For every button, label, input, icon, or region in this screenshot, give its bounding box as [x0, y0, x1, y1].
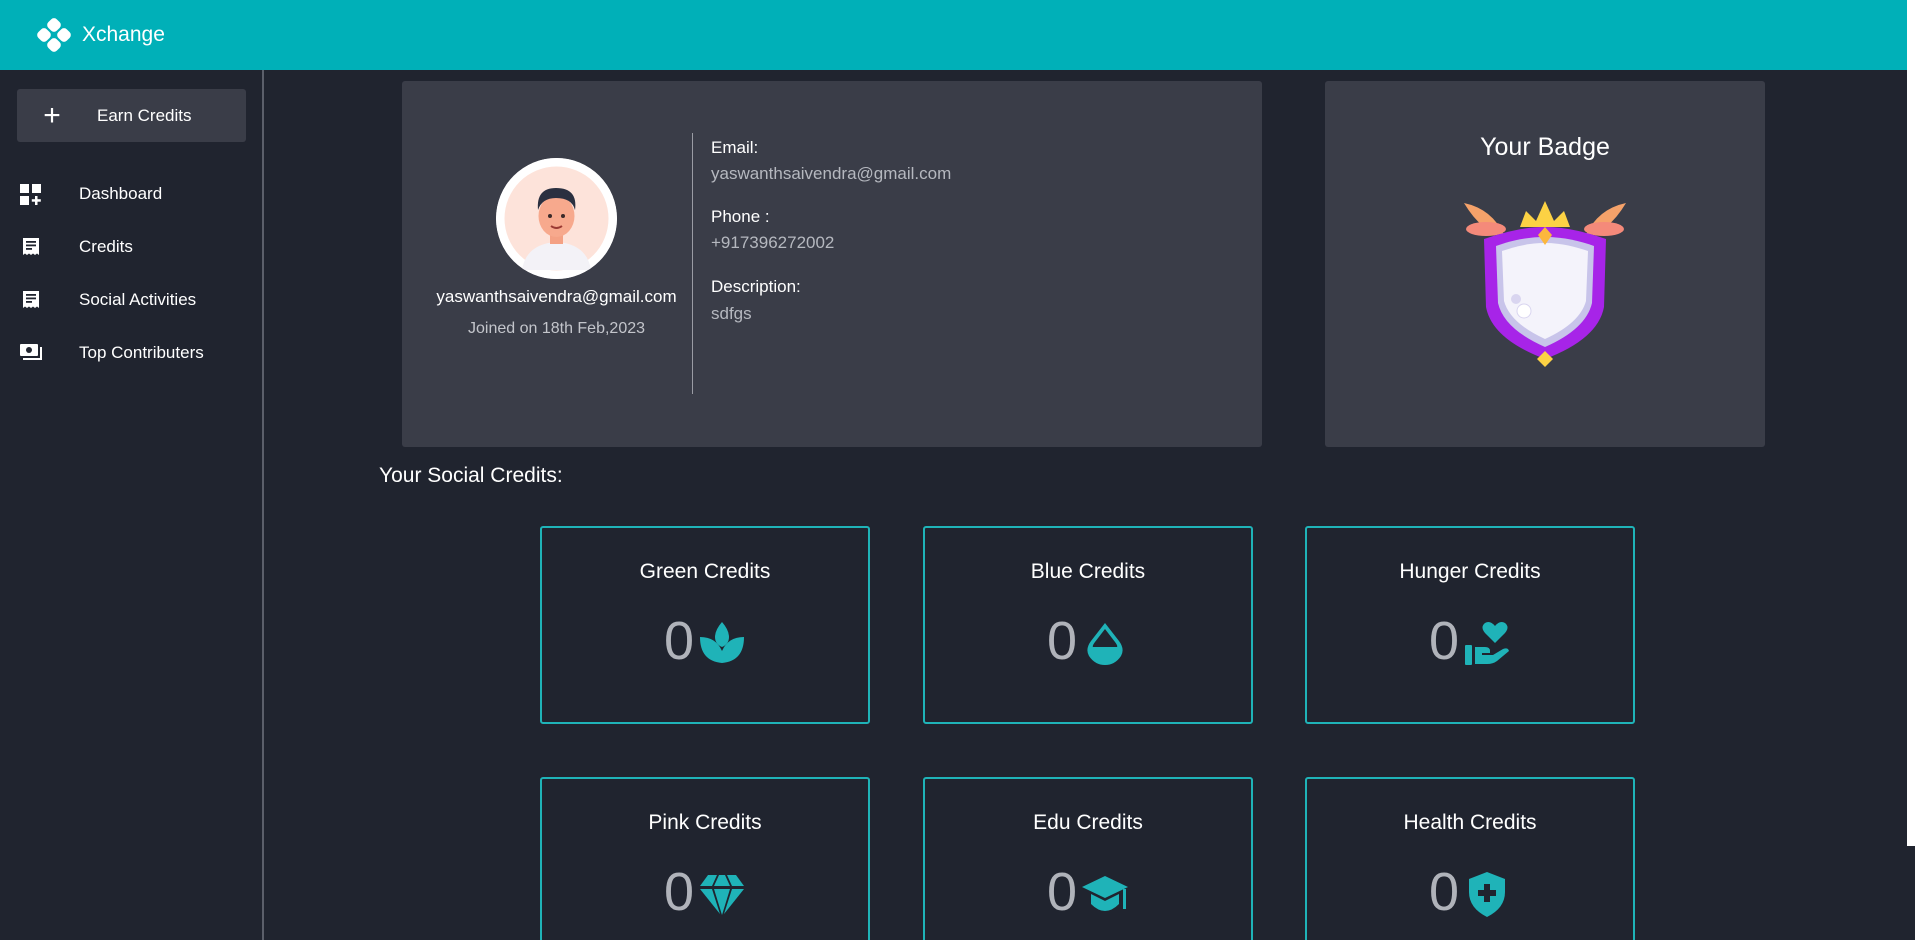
sidebar-item-top-contributers[interactable]: Top Contributers [0, 331, 262, 375]
phone-value: +917396272002 [711, 233, 835, 252]
edu-credits-card: Edu Credits 0 [923, 777, 1253, 940]
credit-value: 0 [663, 611, 695, 671]
social-credits-title: Your Social Credits: [379, 464, 563, 487]
sidebar-item-credits[interactable]: Credits [0, 225, 262, 269]
credit-row: 0 [925, 861, 1251, 923]
credit-row: 0 [1307, 610, 1633, 672]
credit-row: 0 [925, 610, 1251, 672]
credit-row: 0 [542, 610, 868, 672]
profile-card: yaswanthsaivendra@gmail.com Joined on 18… [402, 81, 1262, 447]
clover-logo-icon[interactable] [36, 17, 72, 53]
sidebar-item-label: Dashboard [79, 184, 163, 203]
email-label: Email: [711, 138, 759, 157]
credit-value: 0 [1428, 862, 1460, 922]
money-icon [20, 344, 42, 360]
divider [692, 133, 693, 394]
blue-credits-card: Blue Credits 0 [923, 526, 1253, 724]
diamond-icon [700, 875, 745, 915]
credit-value: 0 [663, 862, 695, 922]
sidebar: + Earn Credits Dashboard Credits Social … [0, 70, 264, 940]
sidebar-item-label: Social Activities [79, 290, 197, 309]
user-avatar [496, 158, 617, 279]
badge-card: Your Badge [1325, 81, 1765, 447]
description-label: Description: [711, 277, 801, 296]
brand-name[interactable]: Xchange [82, 23, 165, 47]
sidebar-item-social-activities[interactable]: Social Activities [0, 278, 262, 322]
green-credits-card: Green Credits 0 [540, 526, 870, 724]
avatar [496, 158, 617, 279]
credit-value: 0 [1046, 611, 1078, 671]
earn-credits-label: Earn Credits [97, 105, 192, 125]
health-credits-card: Health Credits 0 [1305, 777, 1635, 940]
dashboard-icon [20, 184, 41, 205]
graduation-cap-icon [1082, 876, 1129, 911]
email-value: yaswanthsaivendra@gmail.com [711, 164, 952, 183]
top-navbar: Xchange [0, 0, 1915, 70]
hand-heart-icon [1465, 622, 1510, 665]
shield-plus-icon [1469, 872, 1506, 917]
credit-value: 0 [1428, 611, 1460, 671]
pink-credits-card: Pink Credits 0 [540, 777, 870, 940]
profile-email: yaswanthsaivendra@gmail.com [436, 287, 677, 306]
sidebar-item-dashboard[interactable]: Dashboard [0, 172, 262, 216]
credit-row: 0 [542, 861, 868, 923]
sidebar-item-label: Top Contributers [79, 343, 204, 362]
credit-row: 0 [1307, 861, 1633, 923]
plant-icon [700, 622, 745, 663]
credit-name: Hunger Credits [1399, 560, 1541, 583]
credit-name: Pink Credits [648, 811, 762, 834]
badge-title: Your Badge [1480, 133, 1610, 161]
credit-name: Edu Credits [1033, 811, 1143, 834]
sidebar-item-label: Credits [79, 237, 133, 256]
receipt-icon [23, 291, 39, 308]
credit-name: Health Credits [1403, 811, 1537, 834]
water-drop-icon [1087, 623, 1123, 665]
joined-date: Joined on 18th Feb,2023 [467, 320, 646, 337]
plus-icon: + [43, 98, 61, 132]
credit-name: Green Credits [639, 560, 771, 583]
shield-badge-icon [1464, 201, 1626, 367]
phone-label: Phone : [711, 207, 770, 226]
credit-name: Blue Credits [1030, 560, 1146, 583]
description-value: sdfgs [711, 304, 752, 323]
credit-value: 0 [1046, 862, 1078, 922]
earn-credits-button[interactable]: + Earn Credits [17, 89, 246, 142]
page-scrollbar[interactable] [1907, 0, 1915, 846]
hunger-credits-card: Hunger Credits 0 [1305, 526, 1635, 724]
receipt-icon [23, 238, 39, 255]
